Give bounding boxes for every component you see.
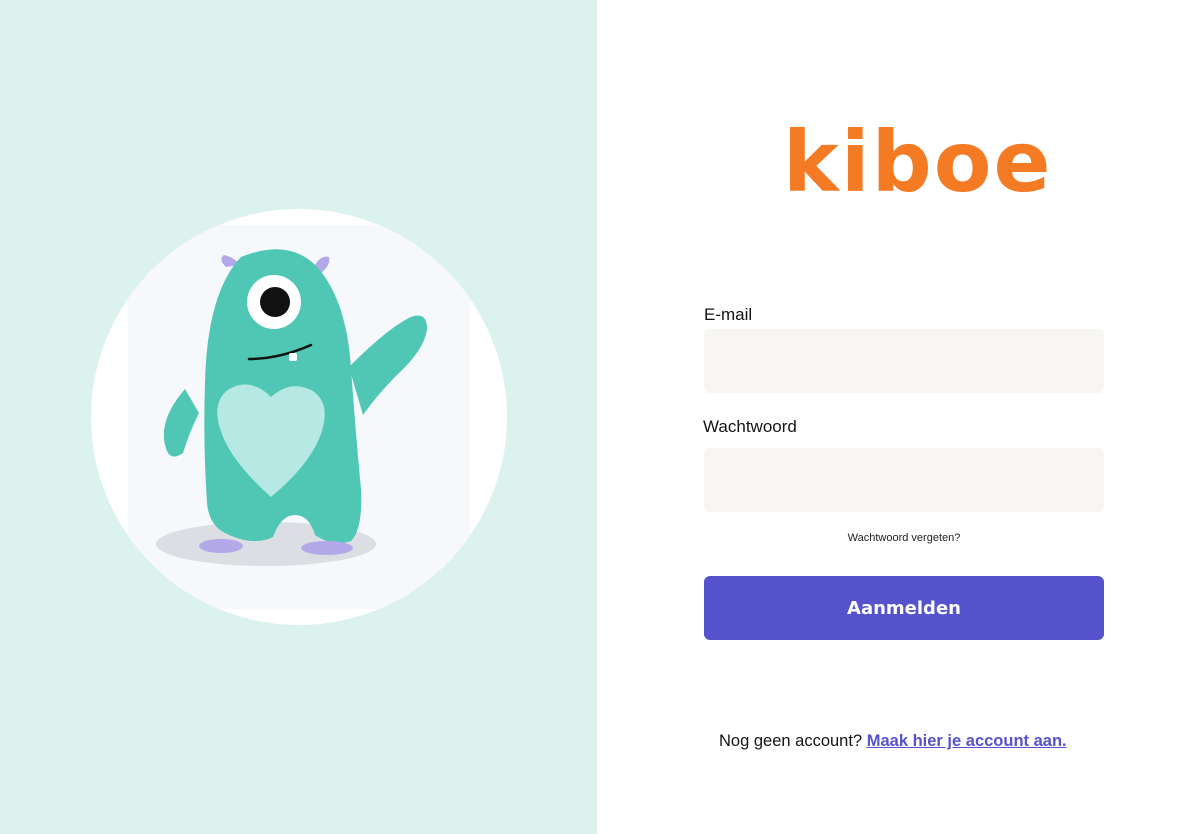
login-button[interactable]: Aanmelden	[704, 576, 1104, 640]
login-page: kiboe E-mail Wachtwoord Wachtwoord verge…	[0, 0, 1194, 834]
signup-row: Nog geen account? Maak hier je account a…	[719, 732, 1067, 751]
email-label: E-mail	[704, 305, 753, 324]
password-input[interactable]	[704, 448, 1104, 512]
signup-prompt: Nog geen account?	[719, 732, 863, 750]
signup-link[interactable]: Maak hier je account aan.	[867, 732, 1067, 750]
password-label: Wachtwoord	[703, 417, 797, 436]
email-input[interactable]	[704, 329, 1104, 393]
kiboe-logo: kiboe	[783, 113, 1053, 211]
mascot-graphic	[128, 225, 470, 609]
illustration-panel	[0, 0, 597, 834]
login-panel: kiboe E-mail Wachtwoord Wachtwoord verge…	[597, 0, 1194, 834]
mascot-illustration	[91, 209, 507, 625]
forgot-password-link[interactable]: Wachtwoord vergeten?	[704, 532, 1104, 544]
